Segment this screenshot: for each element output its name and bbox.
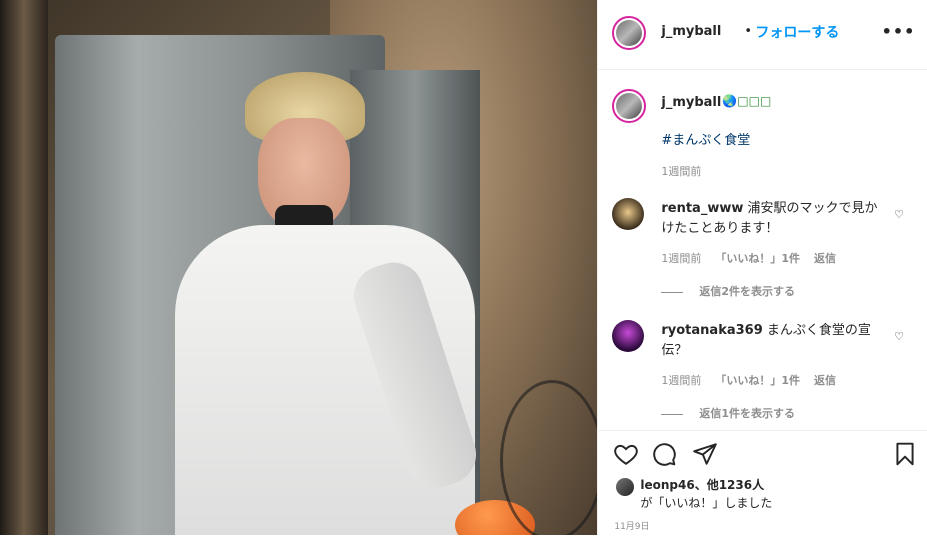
comment-likes[interactable]: 「いいね！」1件 <box>715 372 800 388</box>
post-side-panel: j_myball • フォローする ••• j_myball 🌏□□□ #まんぷ… <box>597 0 927 536</box>
caption-time[interactable]: 1週間前 <box>661 163 701 179</box>
comment-like-icon[interactable]: ♡ <box>894 330 904 343</box>
action-bar: leonp46、他1236人 が「いいね！」しました 11月9日 <box>598 430 927 536</box>
post-photo[interactable] <box>0 0 598 535</box>
comment-icon[interactable] <box>651 441 677 467</box>
reply-button[interactable]: 返信 <box>814 372 836 388</box>
likes-suffix: が「いいね！」しました <box>640 496 773 510</box>
caption-emoji: 🌏□□□ <box>722 94 772 108</box>
comment-avatar[interactable] <box>612 320 645 352</box>
more-options-icon[interactable]: ••• <box>882 22 916 41</box>
comment-meta: 1週間前 「いいね！」1件 返信 <box>661 372 836 388</box>
caption-username[interactable]: j_myball <box>661 95 721 110</box>
comment-meta: 1週間前 「いいね！」1件 返信 <box>661 250 836 266</box>
bookmark-icon[interactable] <box>892 441 918 467</box>
comment-username[interactable]: renta_www <box>661 201 743 216</box>
instagram-post: j_myball • フォローする ••• j_myball 🌏□□□ #まんぷ… <box>0 0 927 536</box>
reply-button[interactable]: 返信 <box>814 250 836 266</box>
post-header: j_myball • フォローする ••• <box>598 0 927 70</box>
heart-icon[interactable] <box>613 441 639 467</box>
view-replies-button[interactable]: 返信1件を表示する <box>661 405 795 421</box>
share-icon[interactable] <box>692 441 718 467</box>
comment-avatar[interactable] <box>612 198 645 230</box>
liker-username[interactable]: leonp46 <box>640 478 694 492</box>
comment-time[interactable]: 1週間前 <box>661 372 701 388</box>
comment-body: renta_www 浦安駅のマックで見かけたことあります！ <box>661 199 886 239</box>
comment-body: ryotanaka369 まんぷく食堂の宣伝？ <box>661 321 886 361</box>
comment-time[interactable]: 1週間前 <box>661 250 701 266</box>
follow-button[interactable]: フォローする <box>755 22 839 42</box>
view-replies-label: 返信2件を表示する <box>699 285 796 298</box>
caption-hashtag[interactable]: #まんぷく食堂 <box>661 129 750 148</box>
separator-dot: • <box>744 24 753 39</box>
post-date[interactable]: 11月9日 <box>614 519 649 532</box>
photo-bicycle <box>500 380 598 535</box>
view-replies-button[interactable]: 返信2件を表示する <box>661 283 795 299</box>
comment-like-icon[interactable]: ♡ <box>894 208 904 221</box>
view-replies-label: 返信1件を表示する <box>699 407 796 420</box>
caption-avatar[interactable] <box>612 89 647 123</box>
liker-avatar[interactable] <box>616 478 635 496</box>
comment-likes[interactable]: 「いいね！」1件 <box>715 250 800 266</box>
likes-summary: leonp46、他1236人 <box>640 476 764 493</box>
header-username[interactable]: j_myball <box>661 24 721 39</box>
avatar[interactable] <box>612 16 647 50</box>
comment-username[interactable]: ryotanaka369 <box>661 323 762 338</box>
likes-others[interactable]: 、他1236人 <box>695 478 764 492</box>
photo-pipe <box>0 0 48 535</box>
